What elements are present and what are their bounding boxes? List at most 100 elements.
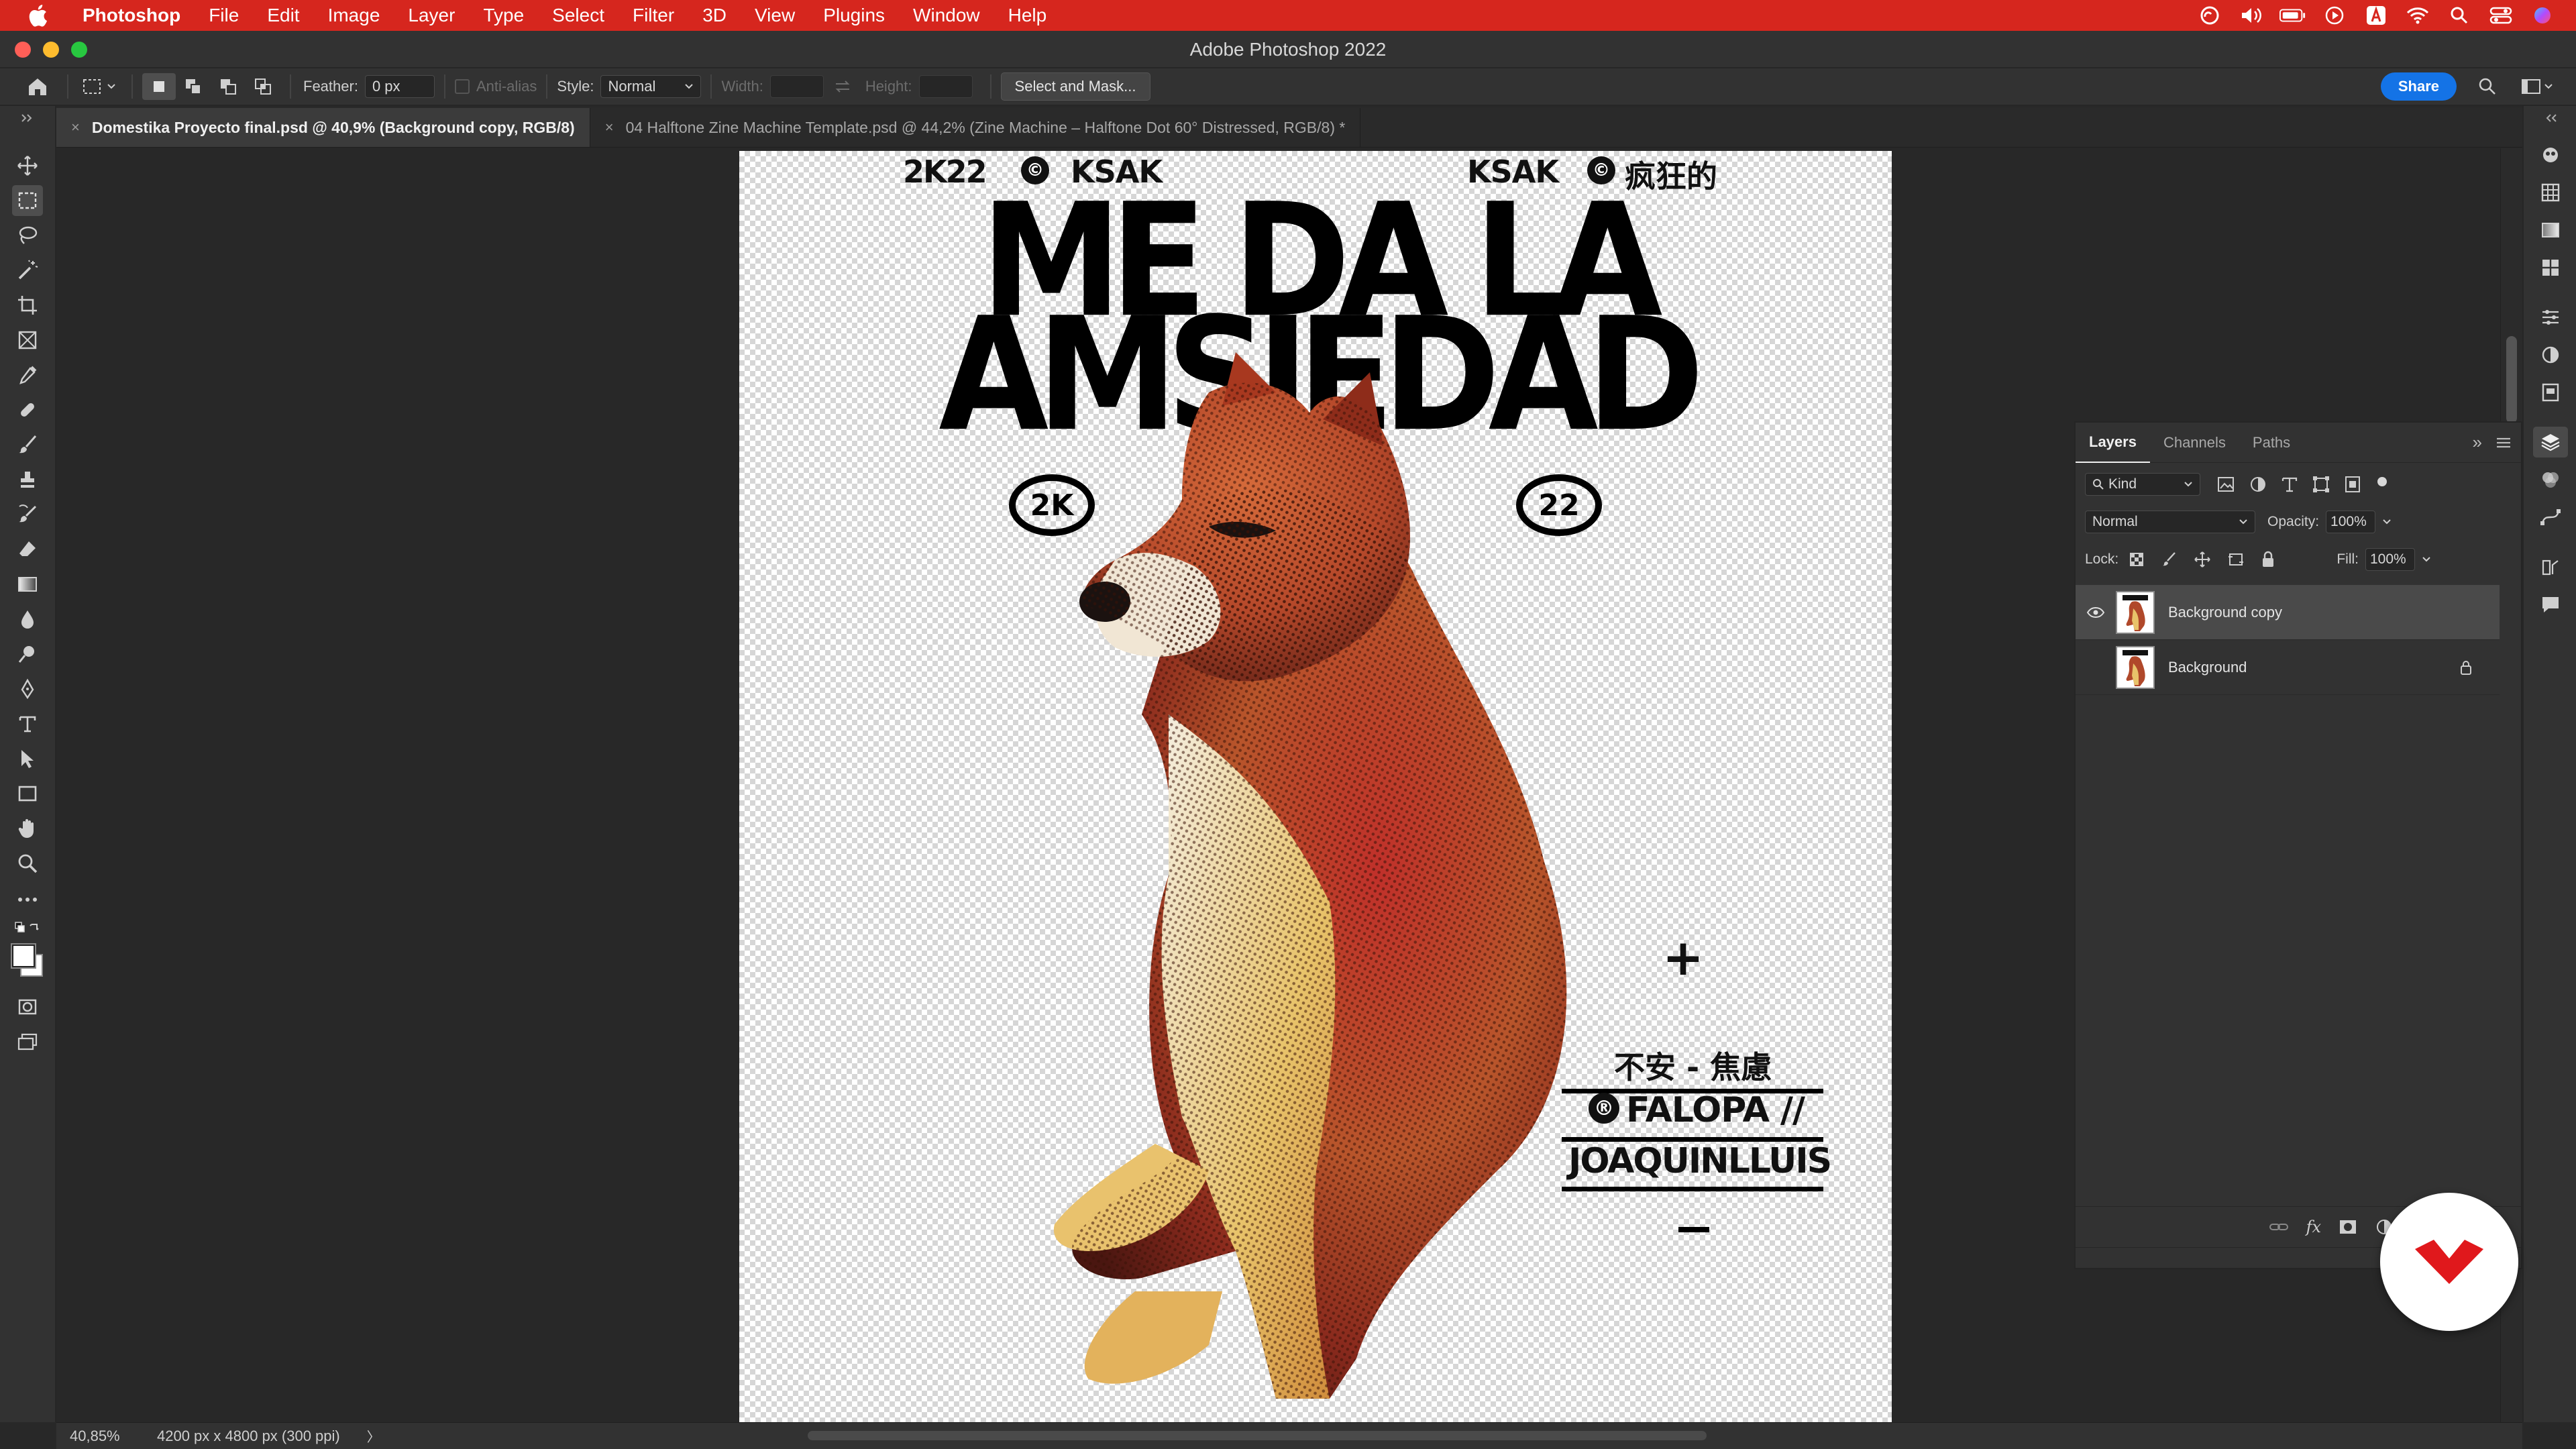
history-brush-tool-icon[interactable] [12,499,43,530]
share-button[interactable]: Share [2380,72,2457,101]
lock-all-icon[interactable] [2261,551,2275,568]
hand-tool-icon[interactable] [12,813,43,844]
style-select[interactable]: Normal [600,75,702,98]
brush-tool-icon[interactable] [12,429,43,460]
apple-icon[interactable] [24,2,51,29]
add-to-selection-icon[interactable] [176,73,211,100]
siri-icon[interactable] [2529,4,2556,27]
layer-style-fx-icon[interactable]: fx [2306,1218,2321,1236]
menu-file[interactable]: File [195,5,253,26]
paths-panel-icon[interactable] [2533,502,2568,533]
height-input[interactable] [918,75,973,98]
lock-icon[interactable] [2459,659,2473,676]
screen-mode-icon[interactable] [12,1026,43,1057]
creative-cloud-icon[interactable] [2196,4,2223,27]
healing-brush-tool-icon[interactable] [12,394,43,425]
feather-input[interactable]: 0 px [364,75,435,98]
adjustment-layer-filter-icon[interactable] [2249,475,2267,494]
horizontal-scrollbar-thumb[interactable] [808,1431,1707,1440]
menu-3d[interactable]: 3D [688,5,741,26]
collapse-toolbar-icon[interactable] [12,110,43,126]
adobe-a-icon[interactable] [2363,4,2390,27]
layers-panel-icon[interactable] [2533,427,2568,458]
tab-channels[interactable]: Channels [2150,423,2239,463]
menu-plugins[interactable]: Plugins [809,5,899,26]
lasso-tool-icon[interactable] [12,220,43,251]
frame-tool-icon[interactable] [12,325,43,356]
width-input[interactable] [769,75,824,98]
swatches-icon[interactable] [2533,252,2568,283]
path-selection-tool-icon[interactable] [12,743,43,774]
collapse-panel-icon[interactable]: » [2473,432,2482,453]
clone-stamp-tool-icon[interactable] [12,464,43,495]
default-colors-icon[interactable] [12,919,43,938]
volume-icon[interactable] [2238,4,2265,27]
rectangular-marquee-tool-icon[interactable] [12,185,43,216]
swap-width-height-icon[interactable] [824,73,861,100]
learn-icon[interactable] [2533,140,2568,170]
menu-type[interactable]: Type [469,5,538,26]
lock-position-icon[interactable] [2194,551,2211,568]
fill-input[interactable]: 100% [2365,548,2415,571]
new-selection-icon[interactable] [142,73,176,100]
layer-row-background-copy[interactable]: Background copy [2076,585,2500,640]
layer-row-background[interactable]: Background [2076,640,2500,695]
type-tool-icon[interactable] [12,708,43,739]
pen-tool-icon[interactable] [12,674,43,704]
eyedropper-tool-icon[interactable] [12,360,43,390]
eye-visibility-icon[interactable] [2086,606,2105,619]
adjustments-sliders-icon[interactable] [2533,302,2568,333]
menu-image[interactable]: Image [314,5,394,26]
more-tools-icon[interactable] [12,884,43,915]
play-circle-icon[interactable] [2321,4,2348,27]
adjustments-icon[interactable] [2533,339,2568,370]
color-swatches[interactable] [12,939,43,986]
workspace-switcher-icon[interactable] [2518,73,2556,100]
document-info[interactable]: 4200 px x 4800 px (300 ppi) [157,1428,340,1445]
comments-panel-icon[interactable] [2533,589,2568,620]
eye-visibility-toggle[interactable] [2086,661,2105,674]
tab-halftone-zine-template[interactable]: × 04 Halftone Zine Machine Template.psd … [590,108,1361,147]
zoom-tool-icon[interactable] [12,848,43,879]
menu-window[interactable]: Window [899,5,994,26]
add-mask-icon[interactable] [2339,1219,2357,1235]
rectangle-tool-icon[interactable] [12,778,43,809]
tool-preset-picker[interactable] [78,73,122,100]
dodge-tool-icon[interactable] [12,639,43,669]
select-and-mask-button[interactable]: Select and Mask... [1000,72,1150,101]
document-canvas[interactable]: 2K22 © KSAK KSAK © 疯狂的 ME DA LA AMSIEDAD… [739,151,1892,1422]
scrollbar-thumb[interactable] [2506,336,2517,423]
wifi-icon[interactable] [2404,4,2431,27]
menu-app-photoshop[interactable]: Photoshop [68,5,195,26]
prevent-auto-nesting-icon[interactable] [2227,551,2245,568]
intersect-selection-icon[interactable] [246,73,280,100]
libraries-icon[interactable] [2533,177,2568,208]
subtract-from-selection-icon[interactable] [211,73,246,100]
blur-tool-icon[interactable] [12,604,43,635]
menu-edit[interactable]: Edit [253,5,313,26]
quick-mask-icon[interactable] [12,991,43,1022]
close-tab-icon[interactable]: × [71,119,80,136]
battery-icon[interactable] [2279,4,2306,27]
gradient-tool-icon[interactable] [12,569,43,600]
type-layer-filter-icon[interactable] [2281,475,2298,494]
tab-layers[interactable]: Layers [2076,423,2150,463]
history-panel-icon[interactable] [2533,551,2568,582]
gradients-icon[interactable] [2533,215,2568,246]
lock-image-pixels-icon[interactable] [2161,551,2178,568]
chevron-down-icon[interactable] [2422,556,2431,563]
magic-wand-tool-icon[interactable] [12,255,43,286]
filter-toggle-icon[interactable] [2377,477,2387,486]
close-tab-icon[interactable]: × [605,119,614,136]
crop-tool-icon[interactable] [12,290,43,321]
pixel-layer-filter-icon[interactable] [2216,476,2235,493]
status-info-arrow-icon[interactable]: 〉 [367,1426,380,1446]
shape-layer-filter-icon[interactable] [2312,475,2330,494]
expand-panels-icon[interactable] [2533,110,2568,126]
link-layers-icon[interactable] [2269,1220,2289,1234]
menu-select[interactable]: Select [538,5,619,26]
eraser-tool-icon[interactable] [12,534,43,565]
properties-icon[interactable] [2533,377,2568,408]
blend-mode-select[interactable]: Normal [2085,511,2255,533]
filter-kind-select[interactable]: Kind [2085,473,2200,496]
